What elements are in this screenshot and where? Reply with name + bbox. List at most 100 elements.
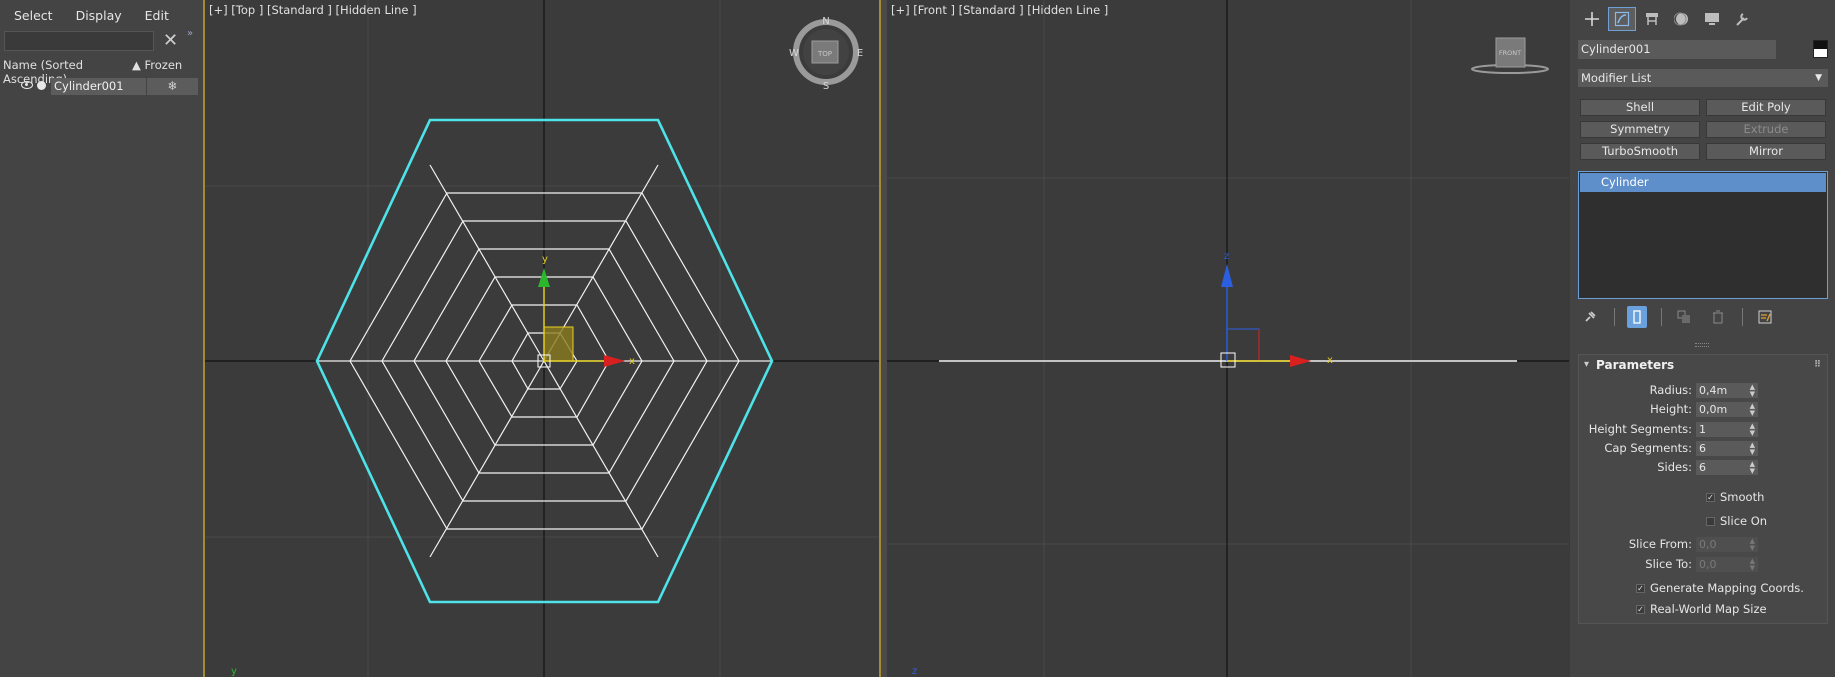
param-sides: Sides: 6 ▲ ▼ [1579,459,1829,476]
radius-spinner[interactable]: 0,4m ▲ ▼ [1696,383,1758,398]
mirror-button[interactable]: Mirror [1706,143,1826,160]
param-height-segments: Height Segments: 1 ▲ ▼ [1579,421,1829,438]
modifier-button-grid: Shell Edit Poly Symmetry Extrude TurboSm… [1580,99,1828,160]
tab-motion[interactable] [1668,7,1696,31]
real-world-checkbox[interactable]: ✓ [1636,605,1645,614]
menu-edit[interactable]: Edit [145,8,169,23]
radius-label: Radius: [1649,383,1692,397]
monitor-icon [1705,13,1719,25]
gizmo-z-arrow[interactable] [1221,264,1233,287]
edit-poly-button[interactable]: Edit Poly [1706,99,1826,116]
sides-label: Sides: [1657,460,1692,474]
cap-segments-spinner[interactable]: 6 ▲ ▼ [1696,441,1758,456]
tab-modify[interactable] [1608,7,1636,31]
param-slice-to: Slice To: 0,0 ▲ ▼ [1579,556,1829,573]
corner-axis-label: y [231,666,237,677]
gizmo-x-arrow[interactable] [1290,355,1311,367]
spinner-arrows-icon[interactable]: ▲ ▼ [1750,460,1755,475]
turbosmooth-button[interactable]: TurboSmooth [1580,143,1700,160]
visibility-eye-icon[interactable] [21,81,33,89]
column-header: Name (Sorted Ascending) ▲ Frozen [0,58,199,86]
object-name-field[interactable]: Cylinder001 [1578,40,1776,59]
toolbar-divider [1742,308,1743,326]
slice-from-spinner[interactable]: 0,0 ▲ ▼ [1696,537,1758,552]
configure-sets-button[interactable] [1755,306,1775,328]
gizmo-plane-handle[interactable] [543,326,574,362]
rollout-menu-icon[interactable]: ⠿ [1814,355,1821,375]
clear-search-icon[interactable]: ✕ [163,32,178,50]
spinner-arrows-icon[interactable]: ▲ ▼ [1750,402,1755,417]
tab-create[interactable] [1578,7,1606,31]
snowflake-icon[interactable]: ❄ [147,78,198,95]
sides-value: 6 [1699,461,1706,474]
viewport-top[interactable]: y x TOP N S E W y [+] [Top ] [Standard ]… [203,0,881,677]
compass-south: S [823,81,829,92]
tab-display[interactable] [1698,7,1726,31]
shell-button[interactable]: Shell [1580,99,1700,116]
viewport-label-top[interactable]: [+] [Top ] [Standard ] [Hidden Line ] [209,3,417,17]
modifier-list-label: Modifier List [1581,71,1652,85]
modifier-stack[interactable]: Cylinder [1578,171,1828,299]
height-segments-label: Height Segments: [1588,422,1692,436]
height-spinner[interactable]: 0,0m ▲ ▼ [1696,402,1758,417]
gizmo-x-label: x [629,356,635,367]
configure-icon [1758,310,1772,324]
scene-row-name[interactable]: Cylinder001 [51,78,146,95]
gizmo-plane-handle[interactable] [1227,328,1260,361]
render-dot-icon[interactable] [37,81,46,90]
slice-to-value: 0,0 [1699,558,1717,571]
column-frozen-header[interactable]: ▲ Frozen [132,58,199,75]
gizmo-x-arrow[interactable] [604,355,625,367]
spinner-arrows-icon[interactable]: ▲ ▼ [1750,441,1755,456]
menu-display[interactable]: Display [76,8,122,23]
compass-east: E [857,48,863,59]
viewcube-front-label: FRONT [1499,49,1521,57]
slice-from-value: 0,0 [1699,538,1717,551]
viewport-front[interactable]: z x FRONT z [+] [Front ] [Standard ] [Hi… [887,0,1569,677]
viewcube-front[interactable]: FRONT [1471,37,1549,74]
tab-utilities[interactable] [1728,7,1756,31]
height-segments-value: 1 [1699,423,1706,436]
slice-to-spinner[interactable]: 0,0 ▲ ▼ [1696,557,1758,572]
slice-on-checkbox[interactable] [1706,517,1715,526]
viewport-label-front[interactable]: [+] [Front ] [Standard ] [Hidden Line ] [891,3,1108,17]
sides-spinner[interactable]: 6 ▲ ▼ [1696,460,1758,475]
spinner-arrows-icon[interactable]: ▲ ▼ [1750,422,1755,437]
generate-mapping-checkbox[interactable]: ✓ [1636,584,1645,593]
scene-row[interactable]: Cylinder001 ❄ [0,78,199,95]
spinner-arrows-icon[interactable]: ▲ ▼ [1750,383,1755,398]
end-result-icon [1633,310,1641,324]
pin-stack-button[interactable] [1580,306,1600,328]
real-world-label: Real-World Map Size [1650,602,1767,616]
height-value: 0,0m [1699,403,1728,416]
height-segments-spinner[interactable]: 1 ▲ ▼ [1696,422,1758,437]
height-label: Height: [1650,402,1692,416]
stack-item-cylinder[interactable]: Cylinder [1580,173,1826,192]
extrude-button[interactable]: Extrude [1706,121,1826,138]
app-root: Select Display Edit ✕ » Name (Sorted Asc… [0,0,1835,677]
motion-icon [1674,12,1688,26]
parameters-header[interactable]: Parameters ⠿ [1579,355,1827,375]
viewcube-compass[interactable]: TOP N S E W [789,16,863,92]
slice-from-label: Slice From: [1628,537,1692,551]
cap-segments-value: 6 [1699,442,1706,455]
smooth-checkbox[interactable]: ✓ [1706,493,1715,502]
corner-axis-label: z [912,666,917,677]
menu-select[interactable]: Select [14,8,53,23]
rollout-grip[interactable] [1695,343,1709,347]
modifier-list-dropdown[interactable]: Modifier List ▼ [1578,69,1828,87]
symmetry-button[interactable]: Symmetry [1580,121,1700,138]
remove-modifier-button[interactable] [1708,306,1728,328]
column-name-header[interactable]: Name (Sorted Ascending) [0,58,132,86]
tab-hierarchy[interactable] [1638,7,1666,31]
gizmo-x-label: x [1327,355,1333,366]
gizmo-center-box[interactable] [1220,352,1236,368]
object-color-swatch[interactable] [1813,40,1828,58]
make-unique-button[interactable] [1674,306,1694,328]
spinner-arrows-icon[interactable]: ▲ ▼ [1750,557,1755,572]
spinner-arrows-icon[interactable]: ▲ ▼ [1750,537,1755,552]
search-input[interactable] [4,31,154,51]
expand-panel-icon[interactable]: » [187,28,193,39]
show-end-result-button[interactable] [1627,306,1647,328]
scene-explorer: Select Display Edit ✕ » Name (Sorted Asc… [0,0,201,677]
